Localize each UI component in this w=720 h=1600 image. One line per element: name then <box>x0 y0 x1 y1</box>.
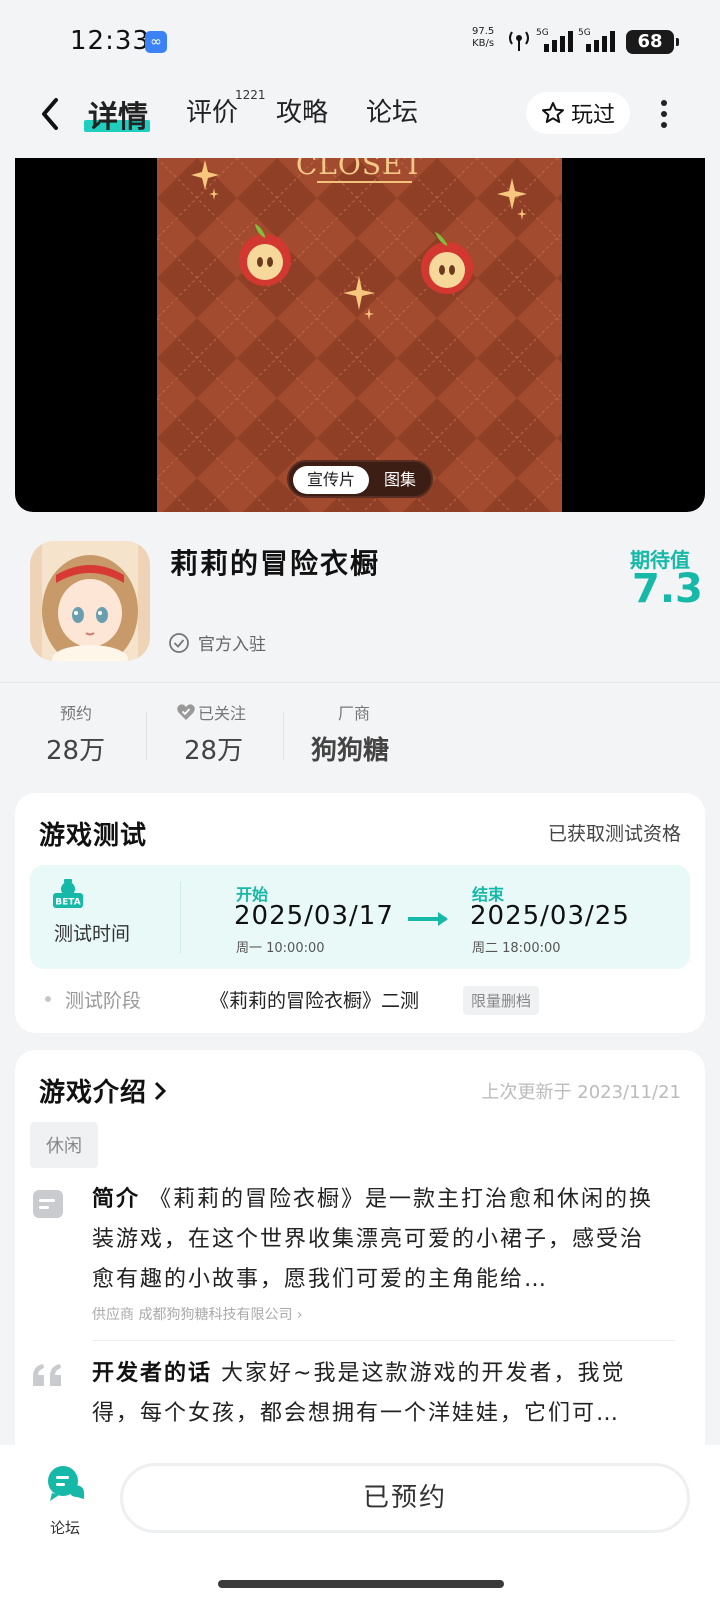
svg-text:BETA: BETA <box>55 898 80 908</box>
link-icon: ∞ <box>145 31 167 53</box>
played-button[interactable]: 玩过 <box>526 92 630 134</box>
status-bar: 12:33 ∞ 97.5 KB/s 5G 5G 68 <box>0 0 720 80</box>
net-speed-value: 97.5 <box>472 26 495 37</box>
tab-details[interactable]: 详情 <box>88 92 148 136</box>
art-title: CLOSET <box>295 158 424 181</box>
stat-followers-label: 已关注 <box>198 704 247 723</box>
test-stage-value: 《莉莉的冒险衣橱》二测 <box>210 990 420 1012</box>
net-speed-unit: KB/s <box>472 38 495 49</box>
stat-developer-value[interactable]: 狗狗糖 <box>311 730 389 767</box>
test-end-time: 周二 18:00:00 <box>472 941 561 956</box>
tab-reviews[interactable]: 评价 <box>186 92 238 129</box>
more-menu-icon[interactable] <box>658 100 670 130</box>
bullet-dot <box>45 996 51 1002</box>
bottom-action-bar: 论坛 已预约 <box>0 1445 720 1600</box>
supplier-link[interactable]: 供应商 成都狗狗糖科技有限公司 › <box>92 1304 303 1324</box>
game-intro-card: 游戏介绍 上次更新于 2023/11/21 休闲 简介 《莉莉的冒险衣橱》是一款… <box>15 1050 705 1470</box>
heart-check-icon <box>177 704 195 720</box>
toggle-gallery[interactable]: 图集 <box>375 466 425 494</box>
official-label: 官方入驻 <box>198 635 266 655</box>
test-start-date: 2025/03/17 <box>234 901 394 931</box>
expectation-score: 7.3 <box>632 566 703 612</box>
media-carousel[interactable]: CLOSET <box>15 158 705 512</box>
summary-label: 简介 <box>92 1187 141 1212</box>
intro-divider <box>92 1340 675 1341</box>
test-stage-tag: 限量删档 <box>463 986 540 1015</box>
stat-reservations-value: 28万 <box>46 736 106 766</box>
hotspot-icon <box>509 31 529 51</box>
game-test-card: 游戏测试 已获取测试资格 BETA 测试时间 开始 2025/03/17 周一 … <box>15 793 705 1033</box>
verified-check-icon <box>169 632 189 653</box>
test-qualification: 已获取测试资格 <box>547 823 681 845</box>
quote-icon <box>33 1364 61 1386</box>
signal-icon-2: 5G <box>578 28 620 52</box>
test-time-label: 测试时间 <box>54 923 131 945</box>
chevron-right-icon <box>154 1081 167 1100</box>
game-icon <box>30 541 150 661</box>
summary-text: 《莉莉的冒险衣橱》是一款主打治愈和休闲的换装游戏，在这个世界收集漂亮可爱的小裙子… <box>92 1187 654 1292</box>
test-stage-label: 测试阶段 <box>65 990 142 1012</box>
test-box-separator <box>180 881 181 953</box>
arrow-right-icon <box>408 912 448 926</box>
beta-icon: BETA <box>53 879 83 908</box>
media-type-toggle[interactable]: 宣传片 图集 <box>287 460 433 498</box>
forum-chat-icon[interactable] <box>46 1465 86 1503</box>
intro-title: 游戏介绍 <box>39 1078 148 1108</box>
net-speed: 97.5 KB/s <box>472 26 494 50</box>
developer-label: 开发者的话 <box>92 1361 213 1386</box>
intro-updated: 上次更新于 2023/11/21 <box>481 1082 681 1103</box>
stat-separator <box>283 712 284 760</box>
test-card-title: 游戏测试 <box>39 821 148 851</box>
test-time-box: BETA 测试时间 开始 2025/03/17 周一 10:00:00 结束 2… <box>30 865 690 969</box>
promo-artwork: CLOSET <box>157 158 562 512</box>
stat-developer-label: 厂商 <box>338 704 371 723</box>
stat-separator <box>146 712 147 760</box>
stat-followers-value: 28万 <box>184 736 244 766</box>
home-indicator[interactable] <box>218 1580 504 1588</box>
divider <box>0 682 720 683</box>
battery-indicator: 68 <box>626 30 679 54</box>
game-title: 莉莉的冒险衣橱 <box>170 547 381 580</box>
intro-summary: 简介 《莉莉的冒险衣橱》是一款主打治愈和休闲的换装游戏，在这个世界收集漂亮可爱的… <box>92 1180 662 1300</box>
review-count: 1221 <box>235 88 266 102</box>
developer-note: 开发者的话 大家好~我是这款游戏的开发者，我觉得，每个女孩，都会想拥有一个洋娃娃… <box>92 1354 662 1434</box>
tab-forum[interactable]: 论坛 <box>366 92 418 129</box>
reserved-button[interactable]: 已预约 <box>120 1463 690 1533</box>
signal-icon-1: 5G <box>536 28 576 52</box>
star-outline-icon <box>541 102 564 123</box>
intro-title-link[interactable]: 游戏介绍 <box>39 1072 167 1109</box>
test-start-time: 周一 10:00:00 <box>236 941 325 956</box>
official-badge: 官方入驻 <box>168 630 266 655</box>
stat-followers-label-group: 已关注 <box>176 700 246 724</box>
stat-reservations-label: 预约 <box>60 704 93 723</box>
tab-guides[interactable]: 攻略 <box>276 92 328 129</box>
test-end-date: 2025/03/25 <box>470 901 630 931</box>
played-label: 玩过 <box>570 103 615 128</box>
summary-icon <box>33 1190 63 1218</box>
toggle-video[interactable]: 宣传片 <box>293 466 369 494</box>
back-arrow-icon[interactable] <box>36 94 66 134</box>
clock: 12:33 <box>70 26 150 56</box>
forum-label[interactable]: 论坛 <box>50 1517 80 1538</box>
genre-tag[interactable]: 休闲 <box>30 1122 98 1168</box>
